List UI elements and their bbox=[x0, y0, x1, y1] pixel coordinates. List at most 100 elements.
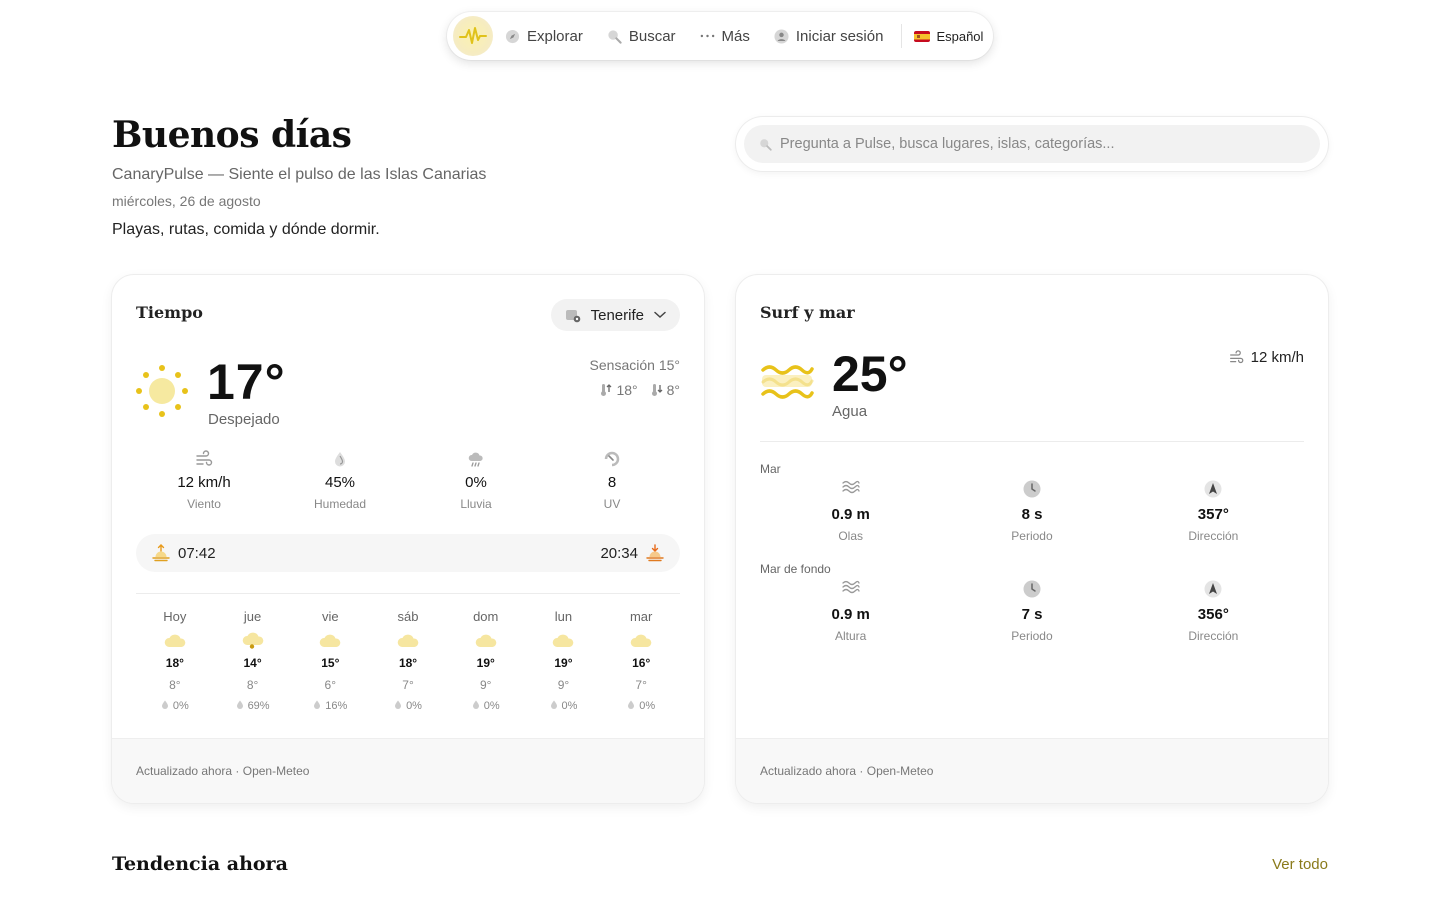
forecast-high: 14° bbox=[243, 656, 262, 670]
forecast-rain-value: 69% bbox=[247, 700, 270, 712]
stat-uv: 8 UV bbox=[544, 450, 680, 511]
forecast-rain: 0% bbox=[161, 700, 189, 712]
stat-rain: 0% Lluvia bbox=[408, 450, 544, 511]
sunset: 20:34 bbox=[600, 544, 664, 562]
daily-forecast: Hoy 18° 8° 0% jue 14° 8° 69% vie 15° 6° 16% sáb 18° 7°… bbox=[136, 609, 680, 712]
stat-rain-value: 0% bbox=[465, 474, 487, 491]
nav-buscar-label: Buscar bbox=[628, 27, 676, 45]
stat-humidity-value: 45% bbox=[324, 474, 356, 491]
nav-iniciar-sesion[interactable]: Iniciar sesión bbox=[774, 28, 883, 45]
surf-card-title: Surf y mar bbox=[760, 303, 855, 322]
nav-mas[interactable]: Más bbox=[700, 28, 750, 45]
forecast-rain-value: 0% bbox=[406, 700, 422, 712]
droplet-icon bbox=[335, 452, 345, 467]
forecast-day-name: sáb bbox=[397, 609, 419, 624]
sunrise-icon bbox=[152, 544, 170, 562]
swell-section-label: Mar de fondo bbox=[760, 562, 831, 576]
cloud-icon bbox=[396, 631, 420, 649]
forecast-rain-value: 0% bbox=[561, 700, 578, 712]
forecast-rain-value: 0% bbox=[483, 700, 500, 712]
forecast-day: dom 19° 9° 0% bbox=[447, 609, 525, 712]
forecast-low: 7° bbox=[402, 678, 414, 692]
sun-icon bbox=[136, 365, 188, 417]
water-label: Agua bbox=[832, 403, 868, 420]
cloud-icon bbox=[629, 631, 653, 649]
wind-icon bbox=[196, 450, 213, 466]
waves-icon bbox=[841, 479, 861, 499]
surf-wind-value: 12 km/h bbox=[1250, 349, 1304, 366]
stat-wind-label: Viento bbox=[187, 497, 221, 511]
surf-footer: Actualizado ahora · Open-Meteo bbox=[736, 738, 1328, 803]
rain-cloud-icon bbox=[241, 631, 265, 649]
min-temp-value: 8° bbox=[666, 382, 680, 398]
surf-card: Surf y mar 25° Agua 12 km/h Mar 0.9 m Ola… bbox=[736, 275, 1328, 803]
forecast-low: 6° bbox=[324, 678, 337, 692]
pulse-logo-icon[interactable] bbox=[453, 16, 493, 56]
sunset-icon bbox=[646, 544, 664, 562]
stat-rain-label: Lluvia bbox=[460, 497, 492, 511]
nav-explorar[interactable]: Explorar bbox=[505, 28, 583, 45]
forecast-day: jue 14° 8° 69% bbox=[214, 609, 292, 712]
cloud-icon bbox=[551, 631, 575, 649]
weather-card: Tiempo Tenerife 17° Despejado Sensación … bbox=[112, 275, 704, 803]
surf-wind: 12 km/h bbox=[1229, 349, 1304, 366]
forecast-day: sáb 18° 7° 0% bbox=[369, 609, 447, 712]
forecast-day-name: vie bbox=[321, 609, 339, 624]
search-field-container bbox=[744, 125, 1320, 163]
max-temp: 18° bbox=[599, 382, 638, 398]
sea-value: 0.9 m bbox=[831, 506, 870, 523]
island-dropdown[interactable]: Tenerife bbox=[550, 299, 680, 331]
nav-explorar-label: Explorar bbox=[527, 27, 583, 45]
sunset-time: 20:34 bbox=[600, 544, 638, 562]
sea-label: Periodo bbox=[1011, 529, 1053, 543]
min-temp: 8° bbox=[650, 382, 680, 398]
weather-footer: Actualizado ahora · Open-Meteo bbox=[112, 738, 704, 803]
sunrise-sunset-bar: 07:42 20:34 bbox=[136, 534, 680, 572]
forecast-high: 19° bbox=[476, 656, 495, 670]
waves-icon bbox=[761, 365, 814, 399]
droplet-icon bbox=[627, 700, 635, 712]
language-selector[interactable]: Español bbox=[914, 29, 983, 44]
cloud-icon bbox=[474, 631, 498, 649]
direction-arrow-icon bbox=[1203, 479, 1223, 499]
compass-icon bbox=[505, 29, 520, 43]
greeting-heading: Buenos días bbox=[112, 114, 352, 156]
forecast-low: 8° bbox=[246, 678, 259, 692]
swell-item: 0.9 m Altura bbox=[760, 579, 941, 643]
search-input[interactable] bbox=[780, 136, 1300, 152]
rain-cloud-icon bbox=[468, 452, 483, 467]
swell-value: 356° bbox=[1197, 606, 1229, 623]
tagline: CanaryPulse — Siente el pulso de las Isl… bbox=[112, 166, 487, 183]
current-temperature: 17° bbox=[207, 354, 286, 410]
thermometer-down-icon bbox=[651, 384, 663, 396]
search-bar bbox=[736, 117, 1328, 171]
forecast-rain-value: 16% bbox=[325, 700, 348, 712]
forecast-high: 19° bbox=[554, 656, 573, 670]
waves-icon bbox=[841, 579, 861, 599]
swell-label: Dirección bbox=[1188, 629, 1239, 643]
nav-buscar[interactable]: Buscar bbox=[607, 28, 676, 45]
stat-wind-value: 12 km/h bbox=[177, 474, 231, 491]
forecast-high: 16° bbox=[632, 656, 651, 670]
island-map-icon bbox=[565, 309, 580, 322]
search-icon bbox=[608, 29, 622, 44]
see-all-link[interactable]: Ver todo bbox=[1272, 856, 1328, 873]
forecast-day: lun 19° 9° 0% bbox=[525, 609, 603, 712]
wind-icon bbox=[1229, 350, 1243, 364]
forecast-high: 15° bbox=[321, 656, 340, 670]
sea-stats: 0.9 m Olas 8 s Periodo 357° Dirección bbox=[760, 479, 1304, 543]
spain-flag-icon bbox=[914, 30, 931, 42]
stat-uv-label: UV bbox=[603, 497, 621, 511]
forecast-low: 7° bbox=[635, 678, 647, 692]
forecast-day: mar 16° 7° 0% bbox=[602, 609, 680, 712]
sea-label: Olas bbox=[838, 529, 863, 543]
forecast-day-name: lun bbox=[554, 609, 573, 624]
search-icon bbox=[760, 138, 772, 151]
hero-subtitle: Playas, rutas, comida y dónde dormir. bbox=[112, 221, 380, 238]
water-temperature: 25° bbox=[832, 346, 908, 402]
forecast-day: vie 15° 6° 16% bbox=[291, 609, 369, 712]
swell-label: Altura bbox=[834, 629, 867, 643]
sea-value: 8 s bbox=[1021, 506, 1043, 523]
sea-section-label: Mar bbox=[760, 462, 781, 476]
forecast-rain-value: 0% bbox=[639, 700, 656, 712]
